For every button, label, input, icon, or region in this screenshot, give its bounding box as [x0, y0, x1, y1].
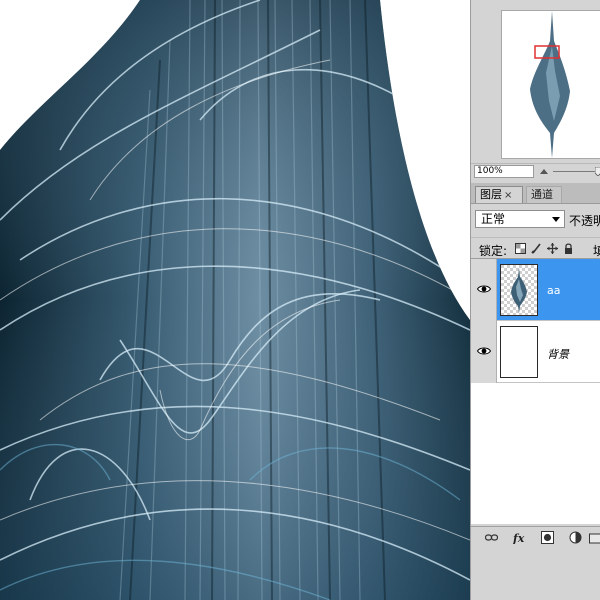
tab-layers[interactable]: 图层 × [475, 186, 523, 203]
chevron-down-icon [552, 217, 560, 222]
lock-position-icon[interactable] [547, 243, 558, 254]
canvas-artwork[interactable] [0, 0, 470, 600]
layer-thumbnail [500, 264, 538, 316]
panel-tab-row: 图层 × 通道 [471, 183, 600, 204]
layer-thumbnail [500, 326, 538, 378]
zoom-row: 100% [471, 163, 600, 179]
navigator-thumbnail [530, 11, 570, 158]
navigator-preview[interactable] [501, 10, 600, 159]
lock-label: 锁定: [479, 244, 508, 258]
new-group-icon[interactable] [589, 531, 600, 544]
visibility-toggle[interactable] [471, 321, 497, 383]
lock-transparency-icon[interactable] [515, 243, 526, 254]
fx-icon[interactable]: fx [513, 531, 526, 544]
adjustment-layer-icon[interactable] [569, 531, 582, 544]
zoom-slider[interactable] [553, 171, 600, 172]
blend-mode-value: 正常 [481, 212, 506, 226]
opacity-label: 不透明 [569, 214, 600, 228]
add-mask-icon[interactable] [541, 531, 554, 544]
tab-channels[interactable]: 通道 [526, 186, 562, 203]
layer-name[interactable]: 背景 [547, 346, 569, 362]
eye-icon [477, 347, 491, 355]
eye-icon [477, 285, 491, 293]
layer-row-background[interactable]: 背景 [471, 321, 600, 383]
blend-mode-select[interactable]: 正常 [475, 210, 565, 228]
fill-label: 填 [593, 244, 600, 258]
lock-row: 锁定: 填 [471, 237, 600, 258]
layer-name[interactable]: aa [547, 284, 560, 297]
link-icon[interactable] [485, 531, 498, 544]
svg-text:fx: fx [513, 532, 525, 544]
layer-list: aa 背景 [471, 258, 600, 524]
layers-panel: 图层 × 通道 正常 不透明 锁定: 填 aa 背景 fx [471, 183, 600, 600]
zoom-slider-thumb[interactable] [595, 167, 600, 176]
layers-panel-toolbar: fx [471, 526, 600, 547]
photoshop-window: 100% 图层 × 通道 正常 不透明 锁定: 填 aa 背景 fx [0, 0, 600, 600]
lock-image-icon[interactable] [531, 243, 542, 254]
side-panels: 100% 图层 × 通道 正常 不透明 锁定: 填 aa 背景 fx [470, 0, 600, 600]
visibility-toggle[interactable] [471, 259, 497, 321]
close-icon[interactable]: × [504, 190, 512, 201]
lock-all-icon[interactable] [563, 243, 574, 254]
tab-layers-label: 图层 [480, 188, 502, 201]
layer-row-aa[interactable]: aa [471, 259, 600, 321]
zoom-field[interactable]: 100% [474, 165, 534, 178]
tab-channels-label: 通道 [531, 188, 553, 201]
navigator-panel: 100% [471, 0, 600, 179]
zoom-out-icon[interactable] [539, 166, 549, 176]
